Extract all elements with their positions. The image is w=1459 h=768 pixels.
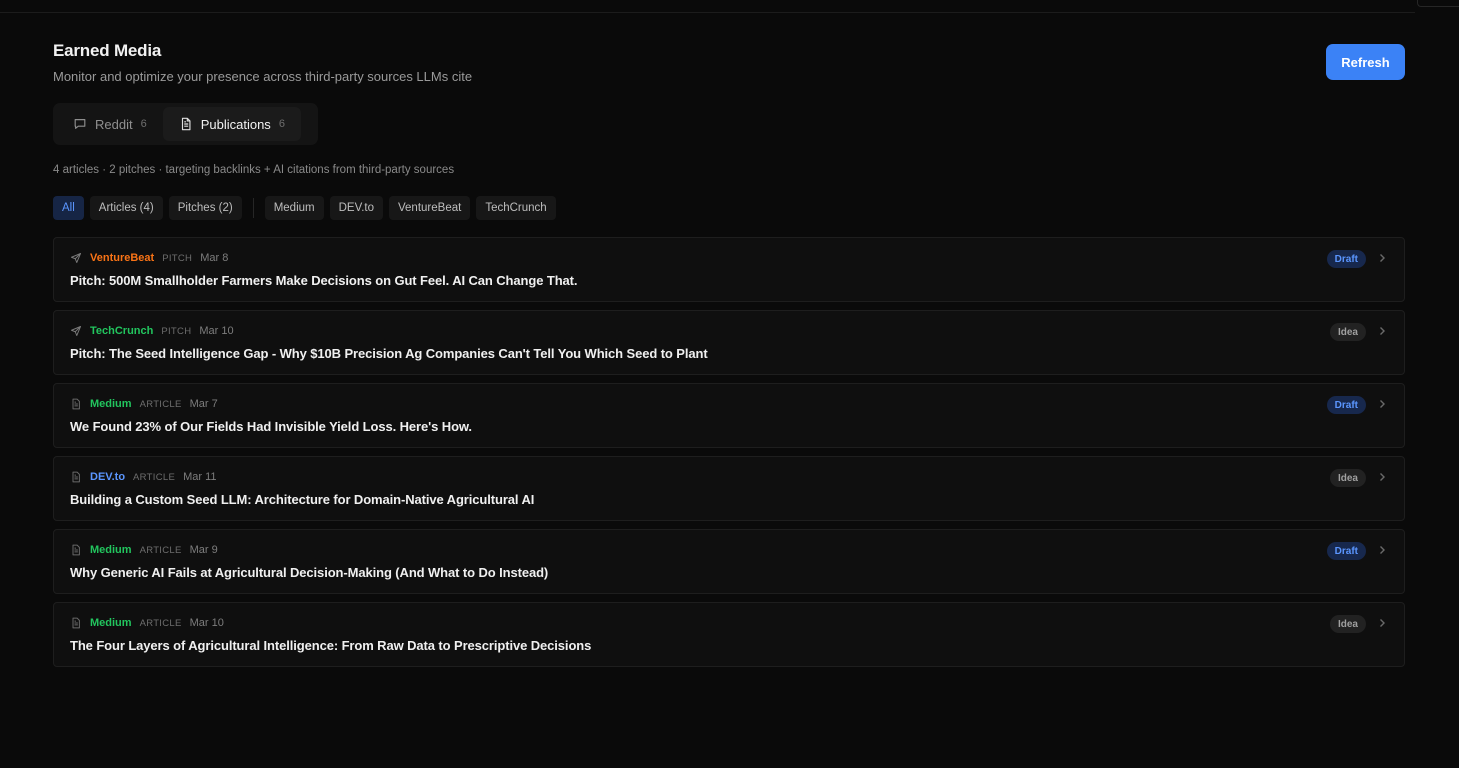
source-label: Medium: [90, 617, 132, 629]
row-meta: TechCrunch PITCH Mar 10: [70, 325, 234, 337]
chevron-right-icon: [1380, 619, 1385, 627]
publication-row[interactable]: Medium ARTICLE Mar 9 Why Generic AI Fail…: [53, 529, 1405, 594]
tab-publications[interactable]: Publications 6: [162, 107, 301, 141]
top-right-corner-control[interactable]: [1417, 0, 1459, 7]
kind-label: ARTICLE: [139, 398, 182, 410]
document-icon: [70, 544, 82, 556]
date-label: Mar 11: [183, 471, 217, 483]
send-icon: [70, 252, 82, 264]
document-icon: [181, 117, 191, 131]
row-meta: VentureBeat PITCH Mar 8: [70, 252, 228, 264]
row-title: Pitch: 500M Smallholder Farmers Make Dec…: [70, 273, 578, 288]
top-divider: [0, 12, 1415, 13]
source-label: Medium: [90, 398, 132, 410]
status-badge: Idea: [1329, 615, 1366, 633]
filter-all[interactable]: All: [53, 196, 84, 220]
source-label: VentureBeat: [90, 252, 155, 264]
filter-medium[interactable]: Medium: [264, 196, 324, 220]
document-icon: [70, 398, 82, 410]
filter-divider: [252, 198, 254, 218]
filter-articles[interactable]: Articles (4): [89, 196, 163, 220]
tab-count: 6: [278, 118, 285, 130]
date-label: Mar 10: [199, 325, 234, 337]
status-badge: Draft: [1326, 542, 1366, 560]
document-icon: [70, 617, 82, 629]
publication-row[interactable]: Medium ARTICLE Mar 7 We Found 23% of Our…: [53, 383, 1405, 448]
row-title: Building a Custom Seed LLM: Architecture…: [70, 492, 535, 507]
kind-label: PITCH: [162, 252, 193, 264]
row-title: Pitch: The Seed Intelligence Gap - Why $…: [70, 346, 708, 361]
kind-label: ARTICLE: [133, 471, 176, 483]
publication-row[interactable]: TechCrunch PITCH Mar 10 Pitch: The Seed …: [53, 310, 1405, 375]
filter-pitches[interactable]: Pitches (2): [168, 196, 242, 220]
source-label: Medium: [90, 544, 132, 556]
chevron-right-icon: [1380, 254, 1385, 262]
send-icon: [70, 325, 82, 337]
page-subtitle: Monitor and optimize your presence acros…: [53, 69, 473, 84]
row-title: The Four Layers of Agricultural Intellig…: [70, 638, 592, 653]
status-badge: Draft: [1326, 250, 1366, 268]
tab-count: 6: [140, 118, 147, 130]
filter-venturebeat[interactable]: VentureBeat: [389, 196, 471, 220]
filter-techcrunch[interactable]: TechCrunch: [476, 196, 556, 220]
tab-label: Publications: [200, 116, 271, 132]
status-badge: Draft: [1326, 396, 1366, 414]
publication-row[interactable]: Medium ARTICLE Mar 10 The Four Layers of…: [53, 602, 1405, 667]
refresh-button[interactable]: Refresh: [1326, 44, 1405, 80]
date-label: Mar 10: [189, 617, 224, 629]
chevron-right-icon: [1380, 327, 1385, 335]
tab-label: Reddit: [95, 116, 133, 132]
row-title: We Found 23% of Our Fields Had Invisible…: [70, 419, 472, 434]
chevron-right-icon: [1380, 400, 1385, 408]
status-badge: Idea: [1329, 323, 1366, 341]
page-title: Earned Media: [53, 41, 162, 60]
source-label: DEV.to: [90, 471, 126, 483]
kind-label: ARTICLE: [139, 617, 182, 629]
chevron-right-icon: [1380, 546, 1385, 554]
date-label: Mar 7: [189, 398, 218, 410]
filter-bar: All Articles (4) Pitches (2) Medium DEV.…: [53, 196, 556, 220]
chevron-right-icon: [1380, 473, 1385, 481]
row-title: Why Generic AI Fails at Agricultural Dec…: [70, 565, 549, 580]
kind-label: PITCH: [161, 325, 192, 337]
status-badge: Idea: [1329, 469, 1366, 487]
row-meta: Medium ARTICLE Mar 7: [70, 398, 218, 410]
channel-tabs: Reddit 6 Publications 6: [53, 103, 318, 145]
publication-row[interactable]: DEV.to ARTICLE Mar 11 Building a Custom …: [53, 456, 1405, 521]
date-label: Mar 9: [189, 544, 218, 556]
row-meta: Medium ARTICLE Mar 9: [70, 544, 218, 556]
publication-row[interactable]: VentureBeat PITCH Mar 8 Pitch: 500M Smal…: [53, 237, 1405, 302]
row-meta: Medium ARTICLE Mar 10: [70, 617, 224, 629]
date-label: Mar 8: [200, 252, 229, 264]
chat-bubble-icon: [74, 119, 86, 129]
document-icon: [70, 471, 82, 483]
filter-devto[interactable]: DEV.to: [329, 196, 383, 220]
tab-reddit[interactable]: Reddit 6: [57, 107, 163, 141]
publications-summary: 4 articles · 2 pitches · targeting backl…: [53, 164, 455, 176]
kind-label: ARTICLE: [139, 544, 182, 556]
source-label: TechCrunch: [90, 325, 154, 337]
row-meta: DEV.to ARTICLE Mar 11: [70, 471, 217, 483]
